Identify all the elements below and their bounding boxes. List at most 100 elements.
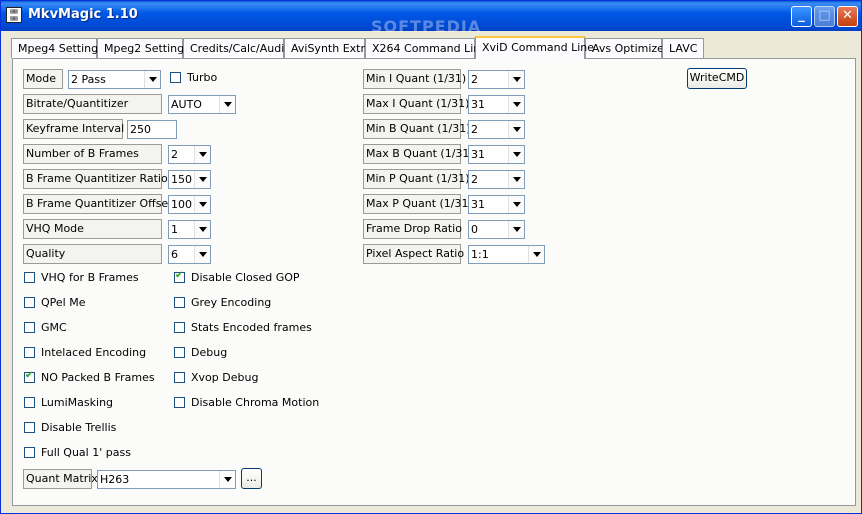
checkbox-box[interactable] bbox=[24, 297, 35, 308]
maximize-button[interactable]: □ bbox=[814, 6, 835, 27]
bquant-ratio-select[interactable]: 150 bbox=[168, 170, 211, 189]
bquant-offset-select[interactable]: 100 bbox=[168, 195, 211, 214]
pixel-aspect-ratio-label: Pixel Aspect Ratio bbox=[363, 244, 464, 264]
close-button[interactable]: ✕ bbox=[837, 6, 858, 27]
checkbox-box[interactable] bbox=[174, 397, 185, 408]
quality-label: Quality bbox=[23, 244, 162, 264]
min-b-quant-select[interactable]: 2 bbox=[468, 120, 525, 139]
tab-mpeg4-settings[interactable]: Mpeg4 Settings bbox=[11, 38, 104, 58]
quant-matrix-value: H263 bbox=[100, 473, 130, 486]
checkbox-label: Debug bbox=[191, 346, 228, 359]
title-bar[interactable]: ▤▤ ▤▤ MkvMagic 1.10 SOFTPEDIA _ □ ✕ bbox=[1, 1, 861, 36]
chevron-down-icon[interactable] bbox=[194, 196, 210, 213]
select-value: 31 bbox=[471, 98, 485, 111]
chevron-down-icon[interactable] bbox=[194, 246, 210, 263]
mode-select[interactable]: 2 Pass bbox=[68, 70, 161, 89]
keyframe-label: Keyframe Interval bbox=[23, 119, 124, 139]
bframes-value: 2 bbox=[171, 148, 178, 161]
chevron-down-icon[interactable] bbox=[528, 246, 544, 263]
checkbox-label: GMC bbox=[41, 321, 67, 334]
checkbox-label: Stats Encoded frames bbox=[191, 321, 312, 334]
checkbox-box[interactable] bbox=[24, 322, 35, 333]
bitrate-value: AUTO bbox=[171, 98, 202, 111]
vhq-mode-select[interactable]: 1 bbox=[168, 220, 211, 239]
app-icon: ▤▤ ▤▤ bbox=[6, 7, 22, 23]
chevron-down-icon[interactable] bbox=[508, 121, 524, 138]
checkbox-label: NO Packed B Frames bbox=[41, 371, 155, 384]
bquant-offset-value: 100 bbox=[171, 198, 192, 211]
chevron-down-icon[interactable] bbox=[194, 221, 210, 238]
chevron-down-icon[interactable] bbox=[508, 146, 524, 163]
min-b-quant-label: Min B Quant (1/31) bbox=[363, 119, 471, 139]
checkbox-box[interactable] bbox=[24, 347, 35, 358]
chevron-down-icon[interactable] bbox=[219, 471, 235, 488]
chevron-down-icon[interactable] bbox=[508, 221, 524, 238]
tab-x264-command-line[interactable]: X264 Command Line bbox=[365, 38, 487, 58]
chevron-down-icon[interactable] bbox=[508, 96, 524, 113]
checkbox-box[interactable] bbox=[174, 322, 185, 333]
keyframe-interval-input[interactable]: 250 bbox=[127, 120, 177, 139]
minimize-button[interactable]: _ bbox=[791, 6, 812, 27]
max-b-quant-select[interactable]: 31 bbox=[468, 145, 525, 164]
min-p-quant-select[interactable]: 2 bbox=[468, 170, 525, 189]
chevron-down-icon[interactable] bbox=[508, 196, 524, 213]
checkbox-box-checked[interactable] bbox=[24, 370, 35, 383]
checkbox-label: Intelaced Encoding bbox=[41, 346, 147, 359]
max-p-quant-label: Max P Quant (1/31) bbox=[363, 194, 473, 214]
max-p-quant-select[interactable]: 31 bbox=[468, 195, 525, 214]
tab-lavc[interactable]: LAVC bbox=[662, 38, 704, 58]
bquant-offset-label: B Frame Quantitizer Offset bbox=[23, 194, 173, 214]
checkbox-label: Xvop Debug bbox=[191, 371, 259, 384]
checkbox-label: VHQ for B Frames bbox=[41, 271, 139, 284]
tab-xvid-command-line[interactable]: XviD Command Line bbox=[475, 36, 594, 59]
checkbox-box[interactable] bbox=[24, 422, 35, 433]
max-i-quant-label: Max I Quant (1/31) bbox=[363, 94, 469, 114]
tab-credits-calc-audio[interactable]: Credits/Calc/Audio bbox=[183, 38, 291, 58]
chevron-down-icon[interactable] bbox=[144, 71, 160, 88]
writecmd-button[interactable]: WriteCMD bbox=[687, 68, 747, 89]
browse-button[interactable]: ... bbox=[241, 468, 262, 489]
chevron-down-icon[interactable] bbox=[194, 171, 210, 188]
chevron-down-icon[interactable] bbox=[508, 171, 524, 188]
vhq-mode-label: VHQ Mode bbox=[23, 219, 162, 239]
checkbox-box-checked[interactable] bbox=[174, 270, 185, 283]
select-value: 2 bbox=[471, 173, 478, 186]
checkbox-box[interactable] bbox=[24, 272, 35, 283]
tab-avisynth-extra[interactable]: AviSynth Extra bbox=[284, 38, 372, 58]
frame-drop-ratio-label: Frame Drop Ratio bbox=[363, 219, 462, 239]
checkbox-box[interactable] bbox=[174, 372, 185, 383]
tab-avs-optimizer[interactable]: Avs Optimizer bbox=[585, 38, 668, 58]
watermark-text: SOFTPEDIA bbox=[371, 17, 482, 36]
quant-matrix-select[interactable]: H263 bbox=[97, 470, 236, 489]
select-value: 31 bbox=[471, 198, 485, 211]
select-value: 0 bbox=[471, 223, 478, 236]
bframes-select[interactable]: 2 bbox=[168, 145, 211, 164]
min-p-quant-label: Min P Quant (1/31) bbox=[363, 169, 470, 189]
checkbox-box[interactable] bbox=[24, 447, 35, 458]
max-i-quant-select[interactable]: 31 bbox=[468, 95, 525, 114]
frame-drop-ratio-select[interactable]: 0 bbox=[468, 220, 525, 239]
select-value: 2 bbox=[471, 123, 478, 136]
pixel-aspect-ratio-select[interactable]: 1:1 bbox=[468, 245, 545, 264]
main-window: ▤▤ ▤▤ MkvMagic 1.10 SOFTPEDIA _ □ ✕ Mpeg4… bbox=[0, 0, 862, 514]
checkbox-box[interactable] bbox=[174, 297, 185, 308]
chevron-down-icon[interactable] bbox=[194, 146, 210, 163]
mode-label: Mode bbox=[23, 69, 63, 89]
bquant-ratio-label: B Frame Quantitizer Ratio bbox=[23, 169, 168, 189]
chevron-down-icon[interactable] bbox=[219, 96, 235, 113]
checkbox-label: LumiMasking bbox=[41, 396, 114, 409]
tab-mpeg2-settings[interactable]: Mpeg2 Settings bbox=[97, 38, 190, 58]
select-value: 2 bbox=[471, 73, 478, 86]
min-i-quant-select[interactable]: 2 bbox=[468, 70, 525, 89]
select-value: 31 bbox=[471, 148, 485, 161]
bitrate-select[interactable]: AUTO bbox=[168, 95, 236, 114]
turbo-checkbox-box[interactable] bbox=[170, 72, 181, 83]
quality-select[interactable]: 6 bbox=[168, 245, 211, 264]
bquant-ratio-value: 150 bbox=[171, 173, 192, 186]
checkbox-box[interactable] bbox=[24, 397, 35, 408]
min-i-quant-label: Min I Quant (1/31) bbox=[363, 69, 466, 89]
chevron-down-icon[interactable] bbox=[508, 71, 524, 88]
checkbox-label: Grey Encoding bbox=[191, 296, 272, 309]
max-b-quant-label: Max B Quant (1/31) bbox=[363, 144, 474, 164]
checkbox-box[interactable] bbox=[174, 347, 185, 358]
